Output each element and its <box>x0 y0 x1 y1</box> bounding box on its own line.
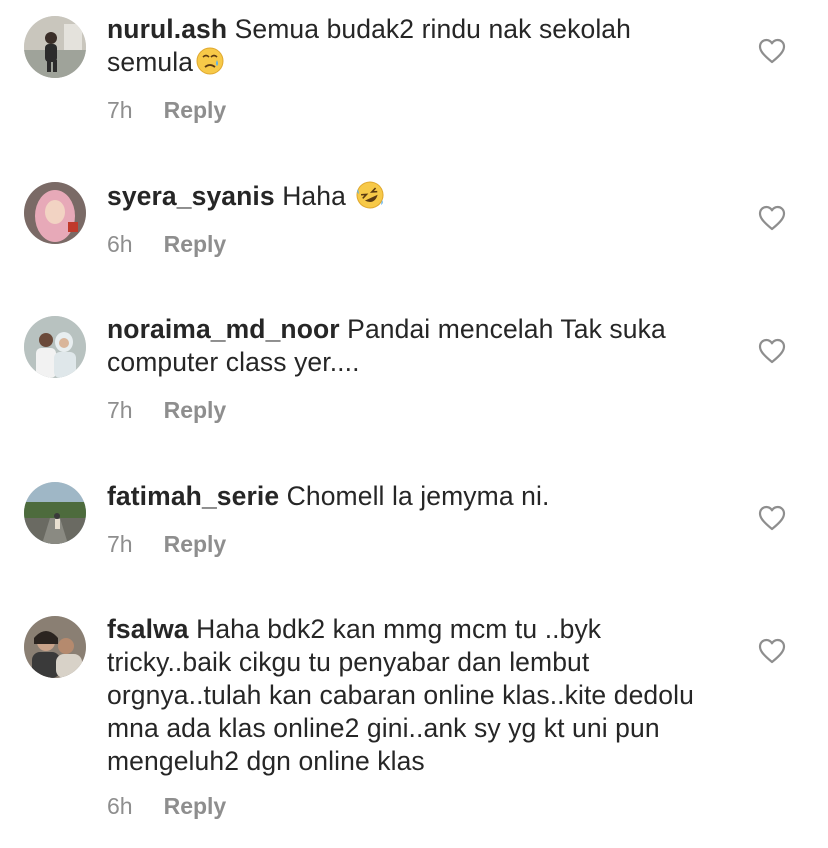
comment-meta: 7h Reply <box>107 530 226 558</box>
crying-face-emoji <box>196 47 224 75</box>
reply-button[interactable]: Reply <box>164 530 227 558</box>
comment-username[interactable]: fatimah_serie <box>107 481 279 511</box>
reply-button[interactable]: Reply <box>164 396 227 424</box>
comment-body: fatimah_serie Chomell la jemyma ni. <box>107 480 707 513</box>
heart-outline-icon[interactable] <box>758 205 786 231</box>
avatar[interactable] <box>24 316 86 378</box>
heart-outline-icon[interactable] <box>758 38 786 64</box>
heart-outline-icon[interactable] <box>758 338 786 364</box>
comment-time: 7h <box>107 97 133 123</box>
comment-meta: 6h Reply <box>107 230 226 258</box>
comment-username[interactable]: fsalwa <box>107 614 189 644</box>
comment-time: 6h <box>107 793 133 819</box>
reply-button[interactable]: Reply <box>164 230 227 258</box>
comment-text: Chomell la jemyma ni. <box>286 481 550 511</box>
comment-body: syera_syanis Haha <box>107 180 707 213</box>
comment-username[interactable]: syera_syanis <box>107 181 275 211</box>
comment-time: 7h <box>107 531 133 557</box>
comment-meta: 7h Reply <box>107 96 226 124</box>
avatar[interactable] <box>24 482 86 544</box>
comment-time: 7h <box>107 397 133 423</box>
comment-text: Haha <box>282 181 346 211</box>
comment-text: Haha bdk2 kan mmg mcm tu ..byk tricky..b… <box>107 614 694 776</box>
comment-body: fsalwa Haha bdk2 kan mmg mcm tu ..byk tr… <box>107 613 707 778</box>
reply-button[interactable]: Reply <box>164 792 227 820</box>
comment-body: nurul.ash Semua budak2 rindu nak sekolah… <box>107 13 707 79</box>
comment-meta: 7h Reply <box>107 396 226 424</box>
heart-outline-icon[interactable] <box>758 638 786 664</box>
comment-username[interactable]: nurul.ash <box>107 14 227 44</box>
avatar[interactable] <box>24 616 86 678</box>
comment-meta: 6h Reply <box>107 792 226 820</box>
comment-time: 6h <box>107 231 133 257</box>
rofl-emoji <box>356 181 384 209</box>
avatar[interactable] <box>24 16 86 78</box>
avatar[interactable] <box>24 182 86 244</box>
heart-outline-icon[interactable] <box>758 505 786 531</box>
comment-username[interactable]: noraima_md_noor <box>107 314 340 344</box>
comment-body: noraima_md_noor Pandai mencelah Tak suka… <box>107 313 707 379</box>
reply-button[interactable]: Reply <box>164 96 227 124</box>
